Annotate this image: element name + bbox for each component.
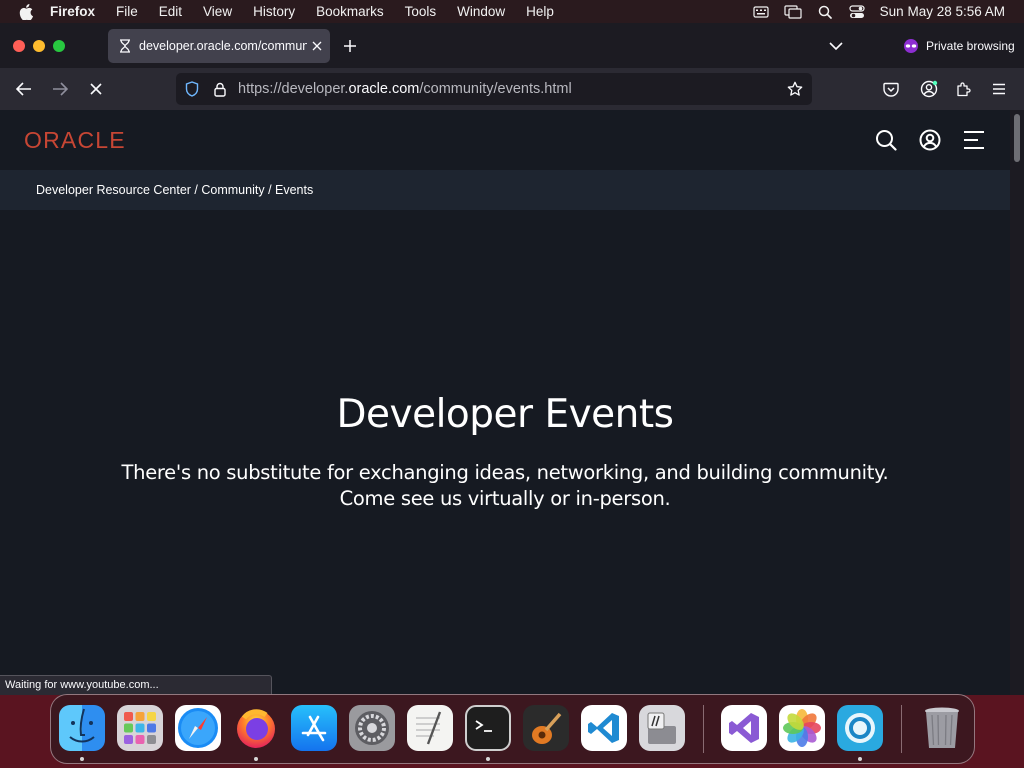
tab-close-icon[interactable]: [309, 38, 325, 54]
apple-icon[interactable]: [16, 2, 36, 22]
pocket-icon[interactable]: [880, 78, 902, 100]
firefox-icon[interactable]: [233, 705, 279, 751]
account-icon[interactable]: [918, 78, 940, 100]
lock-icon[interactable]: [212, 81, 228, 97]
firefox-window: developer.oracle.com/communit Private br…: [0, 23, 1024, 695]
finder-icon[interactable]: [59, 705, 105, 751]
finder-running-indicator: [80, 757, 84, 761]
new-tab-plus-icon[interactable]: [341, 37, 359, 55]
bookmark-star-icon[interactable]: [787, 81, 803, 97]
firefox-running-indicator: [254, 757, 258, 761]
private-browsing-indicator: Private browsing: [902, 36, 1015, 56]
menu-app-name[interactable]: Firefox: [50, 4, 95, 19]
url-domain: oracle.com: [348, 81, 420, 97]
breadcrumb: Developer Resource Center / Community / …: [36, 183, 313, 197]
hamburger-menu-icon[interactable]: [988, 78, 1010, 100]
terminal-icon[interactable]: [465, 705, 511, 751]
search-icon[interactable]: [874, 128, 898, 152]
control-center-icon[interactable]: [848, 4, 866, 19]
forward-arrow-icon[interactable]: [49, 78, 71, 100]
site-header: ORACLE: [0, 110, 1010, 170]
page-scrollbar[interactable]: [1010, 110, 1024, 695]
extensions-puzzle-icon[interactable]: [953, 78, 975, 100]
migration-assistant-icon[interactable]: [639, 705, 685, 751]
site-menu-icon[interactable]: [962, 128, 986, 152]
menu-edit[interactable]: Edit: [159, 4, 182, 19]
macos-menu-bar: Firefox File Edit View History Bookmarks…: [0, 0, 1024, 23]
textedit-icon[interactable]: [407, 705, 453, 751]
tab-active[interactable]: developer.oracle.com/communit: [108, 29, 330, 63]
dock-separator: [901, 705, 902, 753]
breadcrumb-bar: Developer Resource Center / Community / …: [0, 170, 1010, 210]
menu-bookmarks[interactable]: Bookmarks: [316, 4, 384, 19]
app-store-icon[interactable]: [291, 705, 337, 751]
status-bar: Waiting for www.youtube.com...: [0, 675, 272, 695]
navigation-toolbar: https://developer.oracle.com/community/e…: [0, 68, 1024, 110]
alto-running-indicator: [858, 757, 862, 761]
breadcrumb-community[interactable]: Community: [201, 183, 264, 197]
url-bar[interactable]: https://developer.oracle.com/community/e…: [176, 73, 812, 105]
web-page: ORACLE Developer Resource Center / Commu…: [0, 110, 1010, 695]
oracle-logo[interactable]: ORACLE: [24, 127, 126, 154]
tab-title: developer.oracle.com/communit: [139, 39, 307, 53]
list-all-tabs-chevron-icon[interactable]: [828, 39, 844, 53]
back-arrow-icon[interactable]: [13, 78, 35, 100]
macos-dock: [50, 694, 975, 764]
menu-view[interactable]: View: [203, 4, 232, 19]
tracking-protection-shield-icon[interactable]: [184, 81, 200, 97]
photos-icon[interactable]: [779, 705, 825, 751]
menu-window[interactable]: Window: [457, 4, 505, 19]
garageband-icon[interactable]: [523, 705, 569, 751]
vscode-icon[interactable]: [581, 705, 627, 751]
user-account-icon[interactable]: [918, 128, 942, 152]
menu-tools[interactable]: Tools: [405, 4, 437, 19]
breadcrumb-events: Events: [275, 183, 314, 197]
visual-studio-icon[interactable]: [721, 705, 767, 751]
breadcrumb-separator: /: [264, 183, 276, 197]
safari-icon[interactable]: [175, 705, 221, 751]
hero-subtitle-line-2: Come see us virtually or in-person.: [339, 487, 671, 510]
trash-icon[interactable]: [919, 705, 965, 751]
hero-title: Developer Events: [336, 392, 674, 437]
window-minimize-button[interactable]: [33, 40, 45, 52]
tab-bar: developer.oracle.com/communit Private br…: [0, 23, 1024, 68]
terminal-running-indicator: [486, 757, 490, 761]
dock-separator: [703, 705, 704, 753]
menu-file[interactable]: File: [116, 4, 138, 19]
alto-app-icon[interactable]: [837, 705, 883, 751]
url-text[interactable]: https://developer.oracle.com/community/e…: [238, 81, 572, 97]
breadcrumb-separator: /: [190, 183, 202, 197]
keyboard-icon[interactable]: [752, 5, 770, 19]
menu-help[interactable]: Help: [526, 4, 554, 19]
menu-bar-clock[interactable]: Sun May 28 5:56 AM: [880, 4, 1005, 19]
breadcrumb-developer-resource-center[interactable]: Developer Resource Center: [36, 183, 191, 197]
private-browsing-mask-icon: [902, 38, 920, 54]
private-browsing-label: Private browsing: [926, 39, 1015, 53]
hero-subtitle: There's no substitute for exchanging ide…: [0, 460, 1010, 512]
launchpad-icon[interactable]: [117, 705, 163, 751]
system-preferences-icon[interactable]: [349, 705, 395, 751]
scrollbar-thumb[interactable]: [1014, 114, 1020, 162]
url-path: /community/events.html: [419, 81, 572, 97]
window-close-button[interactable]: [13, 40, 25, 52]
menu-history[interactable]: History: [253, 4, 295, 19]
window-maximize-button[interactable]: [53, 40, 65, 52]
loading-hourglass-icon: [117, 38, 133, 54]
url-prefix: https://developer.: [238, 81, 349, 97]
spotlight-search-icon[interactable]: [816, 5, 834, 19]
screen-mirroring-icon[interactable]: [784, 4, 802, 19]
hero-subtitle-line-1: There's no substitute for exchanging ide…: [121, 461, 889, 484]
stop-loading-x-icon[interactable]: [85, 78, 107, 100]
